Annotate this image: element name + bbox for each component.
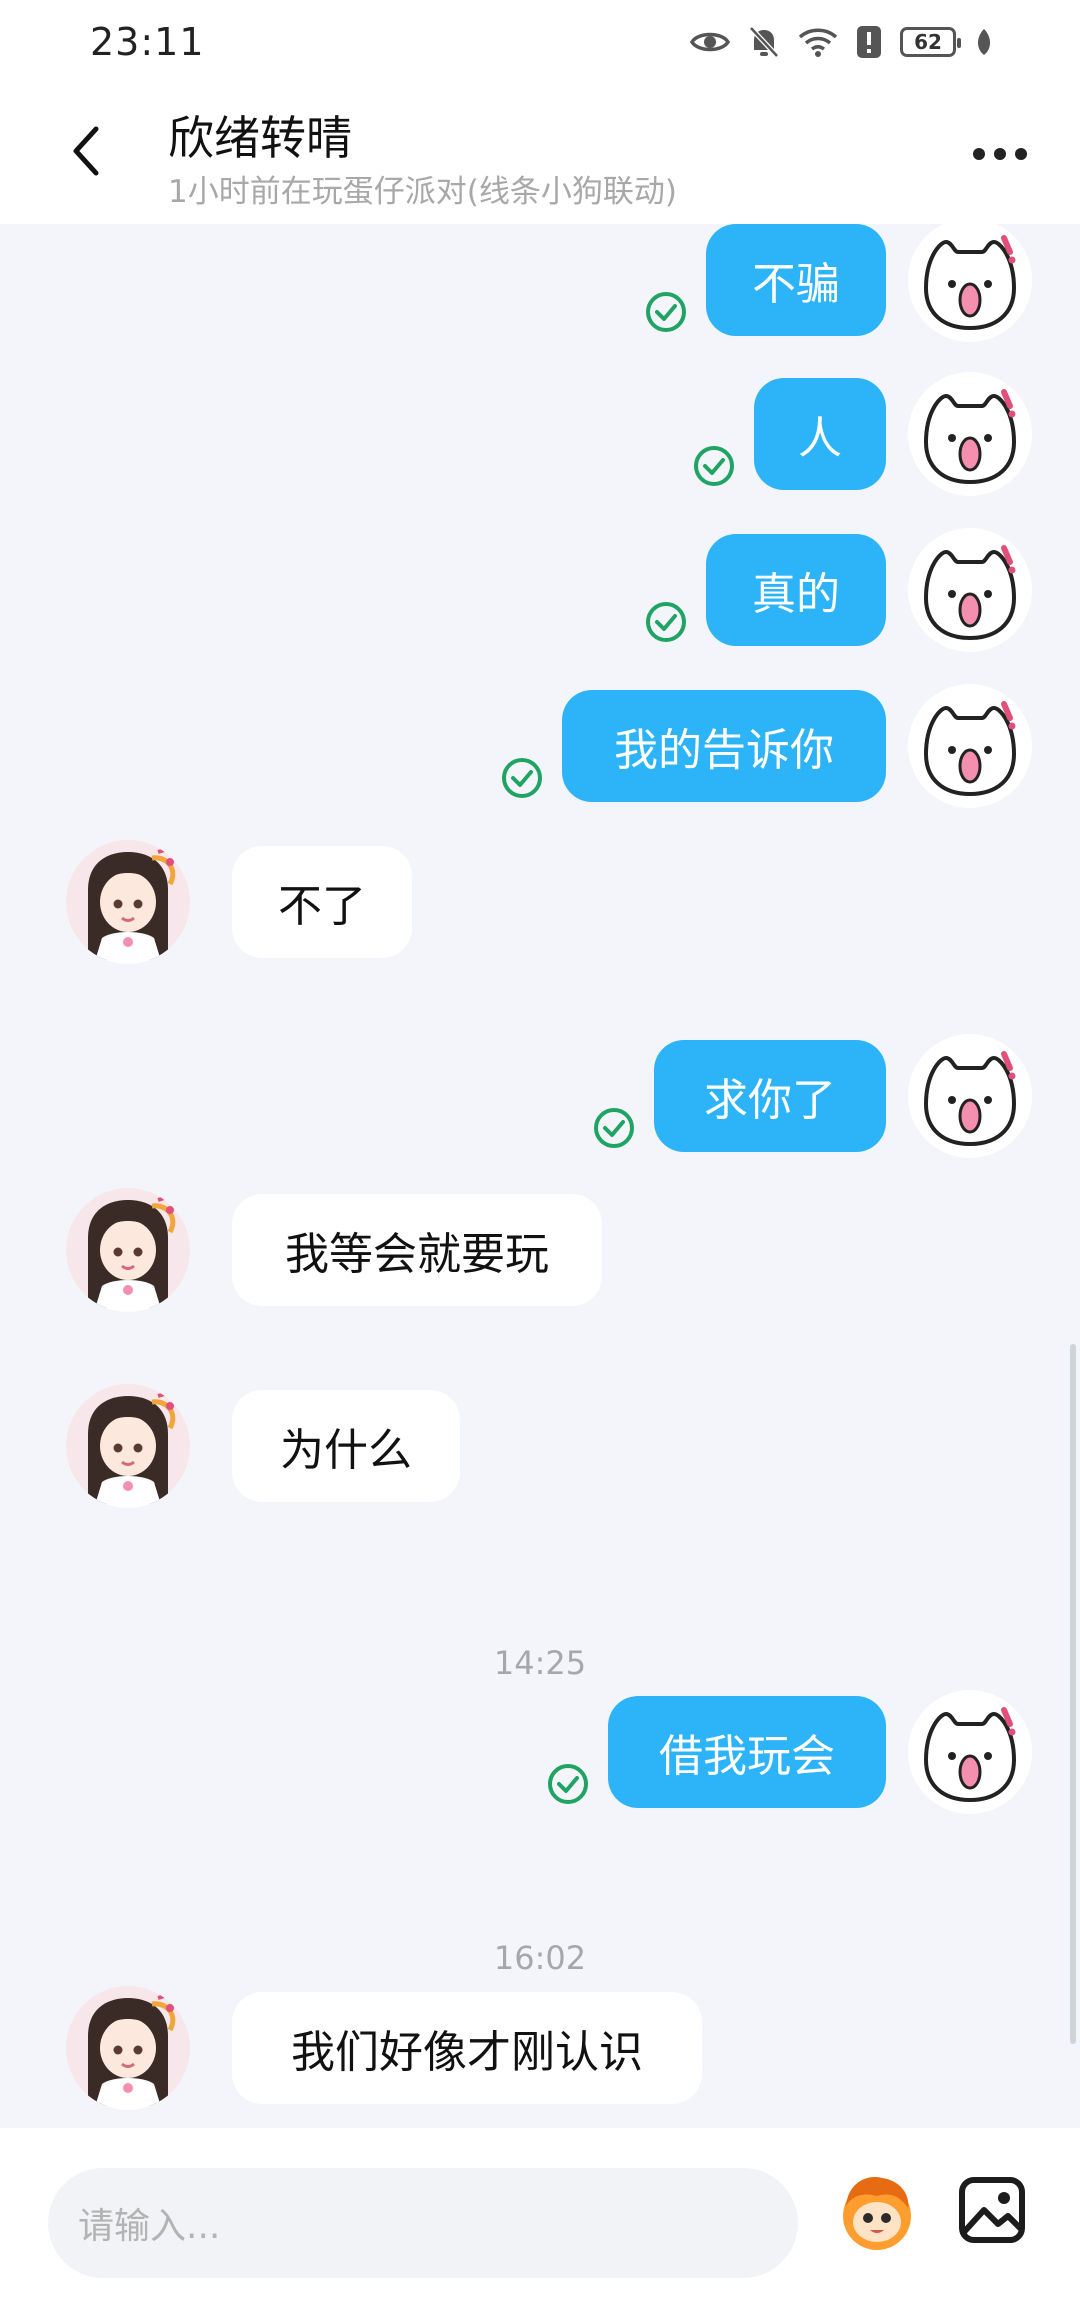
read-check-icon [502, 758, 542, 798]
contact-avatar[interactable] [66, 1384, 190, 1508]
message-text: 人 [798, 413, 842, 464]
chevron-left-icon [73, 126, 99, 176]
message-input[interactable]: 请输入... [48, 2168, 798, 2278]
message-row-outgoing: 真的 [0, 528, 1080, 654]
message-row-outgoing: 借我玩会 [0, 1690, 1080, 1816]
alert-icon [857, 26, 881, 58]
more-dot-icon [1015, 148, 1027, 160]
read-check-icon [646, 602, 686, 642]
read-check-icon [594, 1108, 634, 1148]
girl-avatar-icon [66, 1986, 190, 2110]
message-bubble[interactable]: 借我玩会 [608, 1696, 886, 1808]
battery-icon: 62 [900, 27, 961, 57]
message-row-incoming: 为什么 [0, 1384, 1080, 1510]
timestamp-divider: 16:02 [493, 1939, 587, 1977]
read-receipt [644, 600, 688, 644]
message-text: 求你了 [704, 1075, 836, 1126]
message-text: 为什么 [280, 1425, 412, 1476]
more-dot-icon [973, 148, 985, 160]
status-icons: 62 [690, 25, 994, 59]
read-receipt [592, 1106, 636, 1150]
message-row-outgoing: 人 [0, 372, 1080, 498]
cat-avatar-icon [908, 224, 1032, 342]
bell-muted-icon [749, 26, 779, 58]
message-bubble[interactable]: 为什么 [232, 1390, 460, 1502]
message-text: 我的告诉你 [614, 725, 834, 776]
message-text: 真的 [752, 569, 840, 620]
cat-avatar-icon [908, 372, 1032, 496]
message-row-outgoing: 不骗 [0, 224, 1080, 344]
my-avatar[interactable] [908, 224, 1032, 342]
read-check-icon [694, 446, 734, 486]
more-dot-icon [994, 148, 1006, 160]
read-receipt [546, 1762, 590, 1806]
message-list[interactable]: 不骗 人 真的 我的告诉你 不了 求你了 我等会就要玩 为什么 14:25 借我… [0, 224, 1080, 2128]
timestamp-divider: 14:25 [493, 1644, 587, 1682]
girl-avatar-icon [66, 840, 190, 964]
contact-avatar[interactable] [66, 1986, 190, 2110]
my-avatar[interactable] [908, 1034, 1032, 1158]
status-bar: 23:11 62 [0, 0, 1080, 84]
message-text: 不了 [278, 881, 366, 932]
message-bubble[interactable]: 我的告诉你 [562, 690, 886, 802]
message-bubble[interactable]: 真的 [706, 534, 886, 646]
message-bubble[interactable]: 人 [754, 378, 886, 490]
message-row-outgoing: 求你了 [0, 1034, 1080, 1160]
my-avatar[interactable] [908, 372, 1032, 496]
message-bubble[interactable]: 不骗 [706, 224, 886, 336]
cat-avatar-icon [908, 1034, 1032, 1158]
emoji-button[interactable] [832, 2166, 922, 2256]
contact-name[interactable]: 欣绪转晴 [168, 102, 352, 168]
image-picker-button[interactable] [956, 2174, 1028, 2246]
read-check-icon [646, 292, 686, 332]
chat-header: 欣绪转晴 1小时前在玩蛋仔派对(线条小狗联动) [0, 84, 1080, 224]
read-check-icon [548, 1764, 588, 1804]
status-time: 23:11 [90, 20, 205, 64]
contact-status: 1小时前在玩蛋仔派对(线条小狗联动) [168, 174, 677, 210]
input-placeholder: 请输入... [78, 2206, 221, 2247]
leaf-icon [978, 29, 990, 55]
girl-avatar-icon [66, 1384, 190, 1508]
message-bubble[interactable]: 我等会就要玩 [232, 1194, 602, 1306]
message-row-incoming: 我等会就要玩 [0, 1188, 1080, 1314]
message-bubble[interactable]: 不了 [232, 846, 412, 958]
input-bar: 请输入... [0, 2128, 1080, 2312]
more-options-button[interactable] [960, 124, 1040, 184]
message-bubble[interactable]: 我们好像才刚认识 [232, 1992, 702, 2104]
message-text: 不骗 [752, 259, 840, 310]
read-receipt [644, 290, 688, 334]
my-avatar[interactable] [908, 1690, 1032, 1814]
message-text: 借我玩会 [659, 1731, 835, 1782]
read-receipt [692, 444, 736, 488]
contact-avatar[interactable] [66, 840, 190, 964]
message-row-incoming: 我们好像才刚认识 [0, 1986, 1080, 2112]
message-text: 我等会就要玩 [285, 1229, 549, 1280]
wifi-icon [798, 28, 838, 57]
my-avatar[interactable] [908, 684, 1032, 808]
message-bubble[interactable]: 求你了 [654, 1040, 886, 1152]
back-button[interactable] [50, 116, 120, 186]
message-row-outgoing: 我的告诉你 [0, 684, 1080, 810]
my-avatar[interactable] [908, 528, 1032, 652]
message-text: 我们好像才刚认识 [291, 2027, 643, 2078]
girl-avatar-icon [66, 1188, 190, 1312]
cat-avatar-icon [908, 1690, 1032, 1814]
cat-avatar-icon [908, 684, 1032, 808]
read-receipt [500, 756, 544, 800]
cat-avatar-icon [908, 528, 1032, 652]
eye-icon [690, 32, 730, 52]
message-row-incoming: 不了 [0, 840, 1080, 966]
contact-avatar[interactable] [66, 1188, 190, 1312]
